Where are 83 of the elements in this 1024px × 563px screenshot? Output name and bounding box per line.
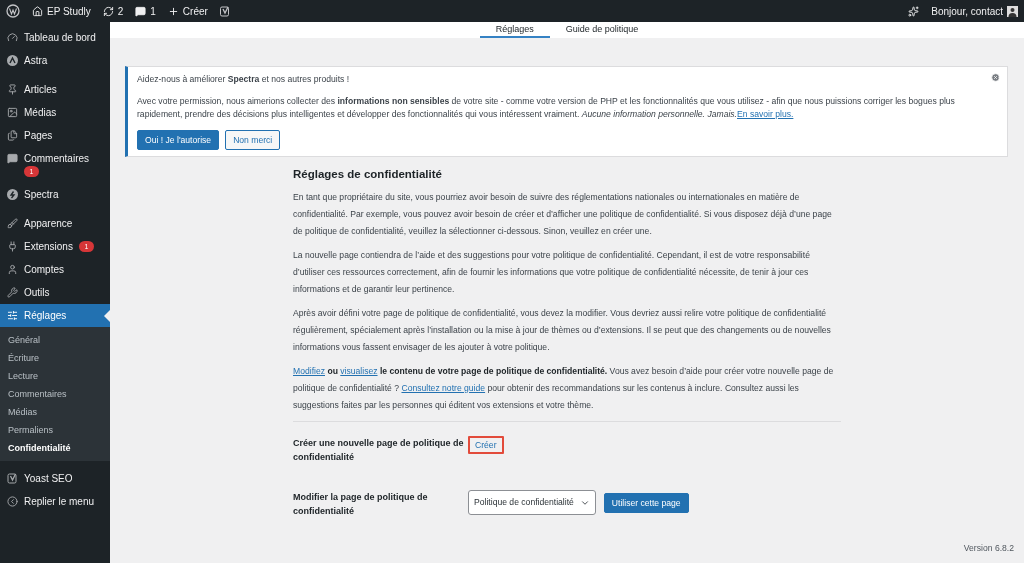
updates-count[interactable]: 2 [102, 5, 124, 17]
sidebar-item[interactable]: Tableau de bord [0, 26, 110, 49]
submenu-item[interactable]: Médias [0, 403, 110, 421]
menu-label: Articles [24, 84, 57, 95]
submenu-item[interactable]: Général [0, 331, 110, 349]
site-name-link[interactable]: EP Studly [32, 5, 91, 17]
page-select[interactable]: Politique de confidentialité [468, 490, 596, 515]
sidebar-item[interactable]: Astra [0, 49, 110, 72]
paragraph: Après avoir défini votre page de politique de confidentialité, vous devez la modifier. Vous devriez aussi relire votre politique de confidentialité régulièrement, spécialement après l’installation ou la mise à jour de thèmes ou d’extensions. Il se peut que des changements ou de nouvelles informations vous fassent envisager de les ajouter à votre politique. [293, 307, 832, 354]
sidebar-item[interactable]: Articles [0, 78, 110, 101]
section-heading: Réglages de confidentialité [293, 167, 443, 182]
s-logo-icon [7, 189, 18, 200]
text-link[interactable]: visualisez [340, 366, 378, 376]
sidebar-item[interactable]: Spectra [0, 183, 110, 206]
comments-count[interactable]: 1 [135, 5, 156, 17]
y-logo-icon [7, 473, 18, 484]
sidebar-item[interactable]: Réglages [0, 304, 110, 327]
menu-label: Astra [24, 55, 48, 66]
text-link[interactable]: Consultez notre guide [401, 383, 486, 393]
menu-label: Apparence [24, 218, 73, 229]
new-content-link[interactable]: Créer [167, 5, 208, 17]
avatar-icon [1007, 5, 1018, 17]
refresh-icon [102, 5, 114, 17]
menu-label: Extensions [24, 241, 73, 252]
text-link[interactable]: Modifiez [293, 366, 325, 376]
pages-icon [7, 130, 18, 141]
submenu-item[interactable]: Lecture [0, 367, 110, 385]
menu-label: Spectra [24, 189, 59, 200]
menu-label: Outils [24, 287, 50, 298]
menu-label: Tableau de bord [24, 32, 96, 43]
tab[interactable]: Réglages [479, 23, 550, 38]
user-icon [7, 264, 18, 275]
learn-more-link[interactable]: En savoir plus. [737, 109, 794, 119]
menu-label: Yoast SEO [24, 473, 73, 484]
sidebar-item[interactable]: Comptes [0, 258, 110, 281]
submenu-item[interactable]: Commentaires [0, 385, 110, 403]
pushpin-icon [7, 84, 18, 95]
submenu-item[interactable]: Confidentialité [0, 439, 110, 457]
y-logo-icon[interactable] [219, 5, 230, 17]
paragraph: Modifiez ou visualisez le contenu de votre page de politique de confidentialité. Vous avez besoin d’aide pour créer votre nouvelle page de politique de confidentialité ? Consultez notre guide pour obtenir des recommandations sur les contenus à inclure. Consultez aussi les suggestions faites par les personnes qui éditent vos extensions et votre thème. [293, 365, 835, 412]
a-logo-icon [7, 55, 18, 66]
field-label: Créer une nouvelle page de politique de confidentialité [293, 437, 465, 464]
paragraph: La nouvelle page contiendra de l’aide et des suggestions pour votre politique de confidentialité. Cependant, il est de votre responsabilité d’utiliser ces ressources correctement, afin de fournir les informations que votre politique de confidentialité nécessite, de tenir à jour ces informations et de garantir leur pertinence. [293, 249, 811, 296]
speech-bubble-icon [135, 5, 147, 17]
submenu-item[interactable]: Écriture [0, 349, 110, 367]
plus-icon [167, 5, 179, 17]
version-text: Version 6.8.2 [963, 543, 1014, 553]
paragraph: En tant que propriétaire du site, vous pourriez avoir besoin de suivre des réglementations nationales ou internationales en matière de confidentialité. Par exemple, vous pouvez avoir besoin de créer et d’afficher une politique de confidentialité. Si vous disposez déjà d’une page de politique de confidentialité, veuillez la sélectionner ci-dessous. Sinon, veuillez en créer une. [293, 191, 833, 238]
menu-label: Médias [24, 107, 57, 118]
use-page-button[interactable]: Utiliser cette page [603, 492, 689, 513]
sidebar-item[interactable]: Apparence [0, 212, 110, 235]
sidebar-item[interactable]: Médias [0, 101, 110, 124]
submenu-item[interactable]: Permaliens [0, 421, 110, 439]
speech-bubble-icon [7, 153, 18, 164]
plug-icon [7, 241, 18, 252]
sidebar-item[interactable]: Replier le menu [0, 490, 110, 513]
menu-label: Réglages [24, 310, 67, 321]
menu-label: Comptes [24, 264, 64, 275]
sliders-icon [7, 310, 18, 321]
create-button[interactable]: Créer [468, 436, 504, 454]
active-pointer [104, 309, 110, 322]
gauge-icon [7, 32, 18, 43]
media-icon [7, 107, 18, 118]
wrench-icon [7, 287, 18, 298]
collapse-icon [7, 496, 18, 507]
account-greeting[interactable]: Bonjour, contact [931, 5, 1018, 17]
menu-label: Pages [24, 130, 53, 141]
notice-title: Aidez-nous à améliorer Spectra et nos autres produits ! [137, 73, 350, 86]
notice-text: Avec votre permission, nous aimerions collecter des informations non sensibles de votre site - comme votre version de PHP et les fonctionnalités que vous utilisez - afin que nous puissions corriger les bogues plus rapidement, prendre des décisions plus intelligentes et développer des fonctionnalités qui vous intéressent vraiment. Aucune information personnelle. Jamais.En savoir plus. [137, 95, 956, 121]
sidebar-item[interactable]: Outils [0, 281, 110, 304]
close-icon[interactable] [991, 73, 1000, 82]
sparkle-icon[interactable] [908, 5, 920, 17]
sidebar-item[interactable]: Yoast SEO [0, 467, 110, 490]
allow-button[interactable]: Oui ! Je l'autorise [137, 130, 220, 150]
sidebar-item[interactable]: Pages [0, 124, 110, 147]
brush-icon [7, 218, 18, 229]
menu-label: Replier le menu [24, 496, 95, 507]
field-label: Modifier la page de politique de confidentialité [293, 491, 429, 518]
tab[interactable]: Guide de politique [549, 23, 655, 38]
decline-button[interactable]: Non merci [225, 130, 281, 150]
menu-label: Commentaires [24, 153, 90, 164]
wordpress-logo-icon[interactable] [6, 4, 20, 18]
home-icon [32, 5, 43, 17]
